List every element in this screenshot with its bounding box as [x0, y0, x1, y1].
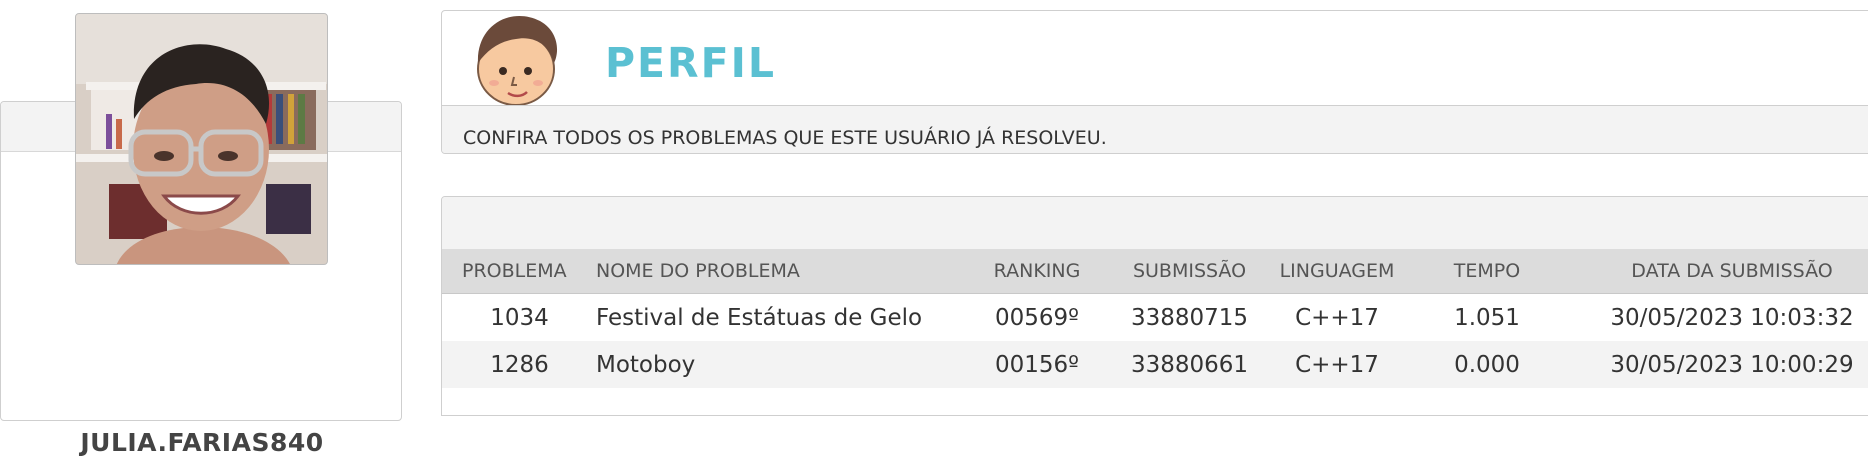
avatar	[75, 13, 328, 265]
submission-link[interactable]: 33880661	[1112, 341, 1267, 388]
column-header-data[interactable]: DATA DA SUBMISSÃO	[1582, 249, 1868, 293]
problem-id-link[interactable]: 1286	[462, 341, 577, 388]
column-header-tempo[interactable]: TEMPO	[1422, 249, 1552, 293]
user-photo-icon	[76, 14, 327, 264]
time-value: 1.051	[1454, 304, 1520, 331]
table-header-row: PROBLEMA NOME DO PROBLEMA RANKING SUBMIS…	[442, 249, 1868, 294]
submission-date-value: 30/05/2023 10:00:29	[1610, 351, 1854, 378]
submission-date-value: 30/05/2023 10:03:32	[1610, 304, 1854, 331]
problem-name-link[interactable]: Festival de Estátuas de Gelo	[596, 294, 976, 341]
page-title: PERFIL	[605, 39, 777, 87]
column-header-problema[interactable]: PROBLEMA	[462, 249, 577, 293]
profile-header-panel: PERFIL CONFIRA TODOS OS PROBLEMAS QUE ES…	[441, 10, 1868, 154]
column-header-submissao[interactable]: SUBMISSÃO	[1112, 249, 1267, 293]
profile-username[interactable]: JULIA.FARIAS840	[1, 428, 403, 457]
problem-id-link[interactable]: 1034	[462, 294, 577, 341]
submission-link[interactable]: 33880715	[1112, 294, 1267, 341]
language-value: C++17	[1295, 304, 1379, 331]
table-row[interactable]: 1034 Festival de Estátuas de Gelo 00569º…	[442, 294, 1868, 341]
column-header-nome[interactable]: NOME DO PROBLEMA	[596, 249, 896, 293]
page-subtitle: CONFIRA TODOS OS PROBLEMAS QUE ESTE USUÁ…	[463, 127, 1107, 149]
ranking-value: 00569º	[994, 304, 1079, 331]
table-top-bar	[442, 197, 1868, 249]
time-value: 0.000	[1454, 351, 1520, 378]
problem-name-link[interactable]: Motoboy	[596, 341, 976, 388]
solved-problems-table: PROBLEMA NOME DO PROBLEMA RANKING SUBMIS…	[441, 196, 1868, 416]
column-header-linguagem[interactable]: LINGUAGEM	[1262, 249, 1412, 293]
table-row[interactable]: 1286 Motoboy 00156º 33880661 C++17 0.000…	[442, 341, 1868, 388]
language-value: C++17	[1295, 351, 1379, 378]
column-header-ranking[interactable]: RANKING	[982, 249, 1092, 293]
mascot-icon	[477, 15, 558, 106]
ranking-value: 00156º	[994, 351, 1079, 378]
